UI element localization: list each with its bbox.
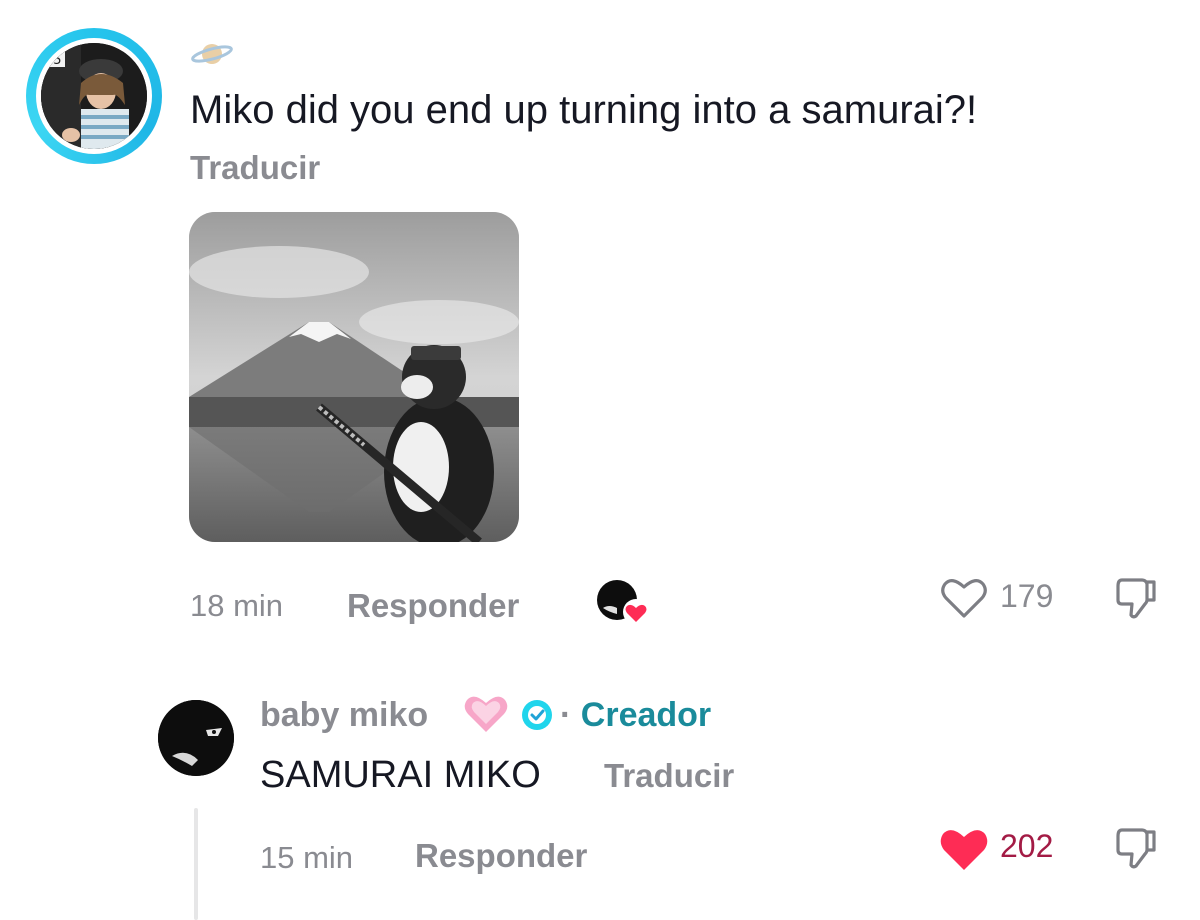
reply-text: SAMURAI MIKO	[260, 754, 541, 796]
thumbs-down-icon[interactable]	[1112, 574, 1160, 622]
heart-filled-icon[interactable]	[938, 826, 990, 874]
verified-badge-icon	[520, 698, 554, 732]
commenter-avatar[interactable]: 35	[41, 43, 147, 149]
reply-button[interactable]: Responder	[415, 836, 587, 876]
creator-username[interactable]: baby miko	[260, 694, 428, 736]
comment-text: Miko did you end up turning into a samur…	[190, 88, 978, 132]
translate-button[interactable]: Traducir	[604, 754, 734, 798]
creator-avatar[interactable]	[158, 700, 234, 776]
creator-text: Creador	[580, 696, 712, 734]
reply-timestamp: 15 min	[260, 840, 354, 875]
creator-label: · Creador	[560, 694, 711, 736]
comment-timestamp: 18 min	[190, 588, 284, 623]
comment-attached-image[interactable]	[189, 212, 519, 542]
translate-button[interactable]: Traducir	[190, 148, 320, 188]
thread-line	[194, 808, 198, 920]
creator-liked-heart-icon	[595, 578, 653, 628]
heart-outline-icon[interactable]	[940, 576, 988, 620]
thumbs-down-icon[interactable]	[1112, 824, 1160, 872]
separator-dot: ·	[560, 696, 572, 734]
pink-heart-icon	[462, 692, 510, 736]
ringed-planet-icon	[190, 40, 234, 68]
like-count: 202	[1000, 828, 1054, 864]
like-count: 179	[1000, 578, 1054, 614]
reply-button[interactable]: Responder	[347, 586, 519, 626]
